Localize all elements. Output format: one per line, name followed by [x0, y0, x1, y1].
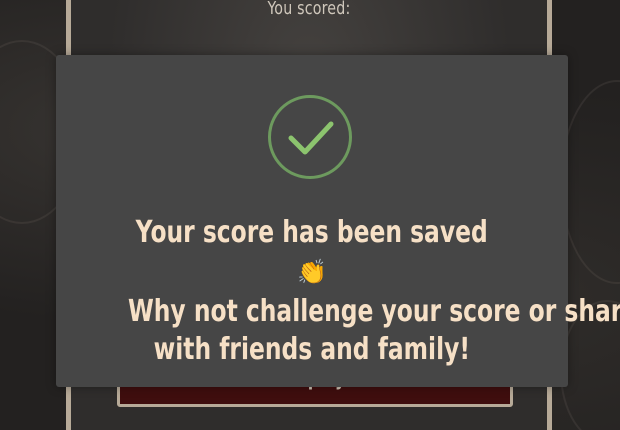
background-doodle: [560, 80, 620, 284]
dialog-message-line-1: Why not challenge your score or share: [127, 294, 620, 329]
clapping-hands-icon: 👏: [297, 258, 327, 286]
checkmark-icon: [288, 121, 334, 155]
game-stage: You scored: Replay Your score has been s…: [0, 0, 620, 430]
dialog-message-line-2: with friends and family!: [153, 332, 471, 367]
dialog-message: Why not challenge your score or share wi…: [56, 293, 620, 369]
score-saved-dialog: Your score has been saved 👏 Why not chal…: [56, 55, 620, 387]
checkmark-circle-icon: [268, 95, 352, 179]
dialog-title: Your score has been saved: [56, 215, 568, 251]
dialog-title-text: Your score has been saved: [135, 215, 489, 250]
score-label: You scored:: [267, 0, 351, 19]
